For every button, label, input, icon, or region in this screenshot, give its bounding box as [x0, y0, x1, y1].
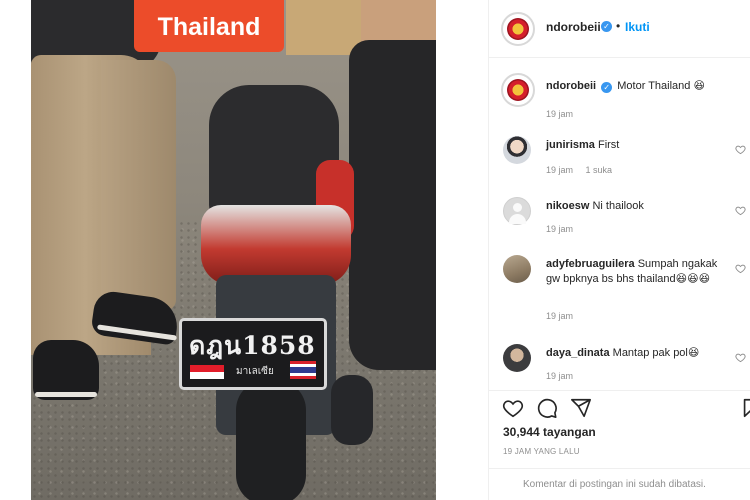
comment-item: daya_dinata Mantap pak pol😆 19 jam: [489, 344, 750, 381]
post-timestamp[interactable]: 19 JAM YANG LALU: [503, 447, 580, 456]
indonesia-flag-icon: [190, 365, 224, 379]
license-plate: ดฎน1858 มาเลเซีย: [179, 318, 327, 390]
motorbike-tail-light: [201, 205, 351, 285]
header-separator: •: [616, 19, 621, 33]
comment-body: adyfebruaguilera Sumpah ngakak gw bpknya…: [546, 257, 721, 287]
comment-body: junirisma First: [546, 138, 721, 153]
post-caption: ndorobeii ✓ Motor Thailand 😆 19 jam: [489, 73, 750, 121]
heart-icon[interactable]: [735, 205, 746, 216]
comment-time: 19 jam: [546, 311, 574, 321]
video-frame[interactable]: ดฎน1858 มาเลเซีย Thailand: [31, 0, 436, 500]
comments-list[interactable]: ndorobeii ✓ Motor Thailand 😆 19 jam juni…: [489, 59, 750, 381]
comment-meta: 19 jam: [546, 371, 583, 381]
bookmark-icon[interactable]: [740, 397, 750, 419]
action-bar: [489, 390, 750, 422]
comment-item: junirisma First 19 jam 1 suka: [489, 136, 750, 186]
heart-icon[interactable]: [502, 397, 524, 419]
caption-author-avatar[interactable]: [501, 73, 535, 107]
comments-limited-text: Komentar di postingan ini sudah dibatasi…: [523, 479, 706, 490]
commenter-avatar[interactable]: [503, 255, 531, 283]
comment-item: adyfebruaguilera Sumpah ngakak gw bpknya…: [489, 255, 750, 325]
comment-time: 19 jam: [546, 224, 574, 234]
caption-text: Motor Thailand 😆: [617, 80, 705, 92]
post-media[interactable]: ดฎน1858 มาเลเซีย Thailand: [0, 0, 488, 500]
license-plate-province: มาเลเซีย: [236, 366, 274, 377]
comment-body: nikoesw Ni thailook: [546, 199, 721, 214]
share-icon[interactable]: [570, 397, 592, 419]
comment-username[interactable]: nikoesw: [546, 200, 589, 212]
comment-time: 19 jam: [546, 371, 574, 381]
video-caption-text: Thailand: [157, 13, 261, 41]
comment-username[interactable]: junirisma: [546, 139, 595, 151]
comment-time: 19 jam: [546, 165, 574, 175]
caption-time: 19 jam: [546, 109, 574, 119]
follow-button[interactable]: Ikuti: [625, 20, 650, 34]
heart-icon[interactable]: [735, 352, 746, 363]
comment-meta: 19 jam 1 suka: [546, 165, 622, 175]
comment-item: nikoesw Ni thailook 19 jam: [489, 197, 750, 247]
comment-text: Ni thailook: [592, 200, 644, 212]
license-plate-number: ดฎน1858: [189, 331, 316, 360]
comment-username[interactable]: adyfebruaguilera: [546, 258, 635, 270]
commenter-avatar[interactable]: [503, 197, 531, 225]
author-avatar[interactable]: [501, 12, 535, 46]
motorbike-exhaust: [331, 375, 373, 445]
caption-body: ndorobeii ✓ Motor Thailand 😆: [546, 79, 721, 94]
heart-icon[interactable]: [735, 263, 746, 274]
comment-body: daya_dinata Mantap pak pol😆: [546, 346, 721, 361]
caption-username[interactable]: ndorobeii: [546, 80, 596, 92]
author-username[interactable]: ndorobeii: [546, 20, 601, 34]
heart-icon[interactable]: [735, 144, 746, 155]
commenter-avatar[interactable]: [503, 136, 531, 164]
verified-badge-icon: ✓: [601, 21, 612, 32]
comment-icon[interactable]: [536, 397, 558, 419]
caption-meta: 19 jam: [546, 109, 583, 119]
shoe-sole: [35, 392, 97, 397]
thailand-flag-icon: [290, 361, 316, 379]
video-caption-overlay: Thailand: [134, 0, 284, 52]
comments-limited-notice: Komentar di postingan ini sudah dibatasi…: [489, 468, 750, 500]
comment-username[interactable]: daya_dinata: [546, 347, 610, 359]
comment-meta: 19 jam: [546, 311, 583, 321]
person-left-leg: [101, 60, 176, 310]
post-sidebar: ndorobeii ✓ • Ikuti ndorobeii ✓ Motor Th…: [488, 0, 750, 500]
verified-badge-icon: ✓: [601, 82, 613, 93]
commenter-avatar[interactable]: [503, 344, 531, 372]
comment-text: Mantap pak pol😆: [612, 347, 700, 359]
view-count[interactable]: 30,944 tayangan: [503, 425, 596, 439]
comment-meta: 19 jam: [546, 224, 583, 234]
post-header: ndorobeii ✓ • Ikuti: [489, 0, 750, 58]
person-right: [349, 40, 436, 370]
comment-likes[interactable]: 1 suka: [586, 165, 613, 175]
person-left-shoe: [33, 340, 99, 400]
motorbike-rear-wheel: [236, 380, 306, 500]
comment-text: First: [597, 139, 620, 151]
